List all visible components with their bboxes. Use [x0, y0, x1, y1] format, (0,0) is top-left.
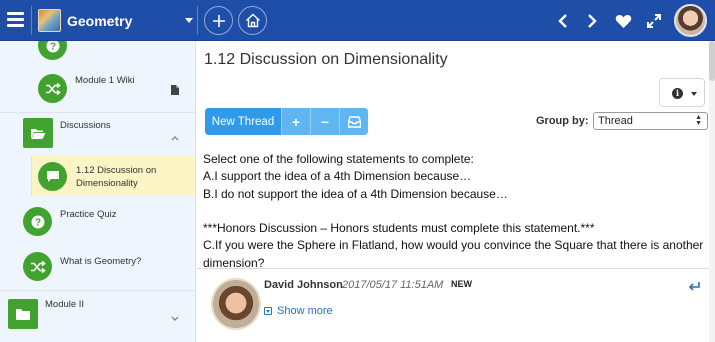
folder-open-icon	[23, 118, 53, 148]
sidebar-item-label: Discussions	[60, 120, 111, 131]
plus-icon: +	[291, 113, 301, 130]
expand-icon[interactable]	[643, 10, 665, 32]
chevron-down-icon[interactable]	[185, 18, 193, 23]
prompt-line: A.I support the idea of a 4th Dimension …	[203, 169, 472, 184]
shuffle-icon	[23, 252, 52, 281]
question-icon: ?	[23, 207, 52, 236]
sidebar-item-what-is-geometry[interactable]: What is Geometry?	[0, 246, 195, 286]
expand-box-icon	[264, 307, 272, 315]
post-author[interactable]: David Johnson	[264, 279, 343, 291]
divider	[0, 290, 195, 291]
chevron-left-icon[interactable]	[552, 10, 574, 32]
plus-icon	[212, 14, 225, 27]
divider	[197, 6, 198, 35]
chevron-up-icon[interactable]	[171, 128, 179, 146]
prompt-line	[203, 203, 711, 220]
inbox-button[interactable]	[339, 108, 368, 135]
show-more-label: Show more	[277, 305, 333, 317]
course-sidebar: ? Module 1 Wiki Discussions 1.12 Discuss…	[0, 41, 196, 342]
select-arrows-icon: ▲ ▼	[695, 114, 702, 127]
sidebar-item-module-ii[interactable]: Module II	[0, 292, 195, 342]
menu-icon[interactable]	[7, 12, 24, 27]
prompt-line: B.I do not support the idea of a 4th Dim…	[203, 186, 508, 201]
collapse-all-button[interactable]: −	[310, 108, 339, 135]
prompt-line: ***Honors Discussion – Honors students m…	[203, 221, 595, 236]
prompt-line: C.If you were the Sphere in Flatland, ho…	[203, 238, 704, 270]
sidebar-item-discussions[interactable]: Discussions	[0, 113, 195, 153]
group-by-select[interactable]: Thread ▲ ▼	[593, 112, 708, 130]
chat-bubble-icon	[38, 162, 67, 191]
discussion-main-panel: 1.12 Discussion on Dimensionality i New …	[197, 41, 715, 342]
sidebar-item-label: 1.12 Discussion on Dimensionality	[76, 165, 157, 189]
course-thumbnail[interactable]	[38, 9, 61, 32]
user-avatar[interactable]	[674, 4, 707, 37]
sidebar-item-label: Module 1 Wiki	[75, 75, 135, 86]
shuffle-icon	[38, 74, 67, 103]
new-badge: NEW	[451, 279, 472, 289]
heart-icon[interactable]	[612, 10, 634, 32]
home-button[interactable]	[238, 6, 267, 35]
show-more-link[interactable]: Show more	[264, 305, 333, 317]
thread-toolbar: New Thread + −	[205, 108, 368, 135]
document-icon	[171, 82, 179, 100]
new-thread-button[interactable]: New Thread	[205, 108, 281, 135]
folder-icon	[8, 299, 38, 329]
post-date: 2017/05/17 11:51AM	[342, 279, 444, 291]
scrollbar-thumb[interactable]	[709, 41, 715, 81]
sidebar-item-module-1-wiki[interactable]: Module 1 Wiki	[0, 69, 195, 109]
svg-text:?: ?	[34, 217, 40, 228]
divider	[31, 6, 32, 35]
page-title: 1.12 Discussion on Dimensionality	[204, 51, 448, 68]
group-by-label: Group by:	[536, 115, 589, 127]
add-button[interactable]	[204, 6, 233, 35]
discussion-prompt: Select one of the following statements t…	[203, 151, 711, 272]
sidebar-item-label: What is Geometry?	[60, 256, 142, 267]
home-icon	[245, 13, 260, 28]
chevron-down-icon[interactable]	[171, 309, 179, 327]
info-dropdown-button[interactable]: i	[659, 78, 705, 107]
sidebar-item-label: Practice Quiz	[60, 209, 117, 220]
minus-icon: −	[320, 113, 330, 130]
svg-text:?: ?	[49, 41, 55, 52]
reply-icon[interactable]	[688, 279, 700, 291]
inbox-icon	[347, 115, 361, 128]
info-icon: i	[672, 88, 683, 99]
author-avatar[interactable]	[211, 278, 261, 330]
chevron-right-icon[interactable]	[581, 10, 603, 32]
group-by-selected-value: Thread	[598, 115, 633, 127]
question-icon[interactable]: ?	[38, 41, 67, 60]
course-title[interactable]: Geometry	[67, 13, 132, 29]
expand-all-button[interactable]: +	[281, 108, 310, 135]
caret-down-icon	[691, 92, 697, 96]
sidebar-item-1-12-discussion[interactable]: 1.12 Discussion on Dimensionality	[0, 156, 195, 196]
sidebar-item-practice-quiz[interactable]: ? Practice Quiz	[0, 201, 195, 241]
page-scrollbar[interactable]	[709, 41, 715, 342]
top-navigation-bar: Geometry	[0, 0, 715, 41]
prompt-line: Select one of the following statements t…	[203, 152, 474, 166]
sidebar-item-label: Module II	[45, 299, 85, 310]
divider	[197, 268, 715, 269]
